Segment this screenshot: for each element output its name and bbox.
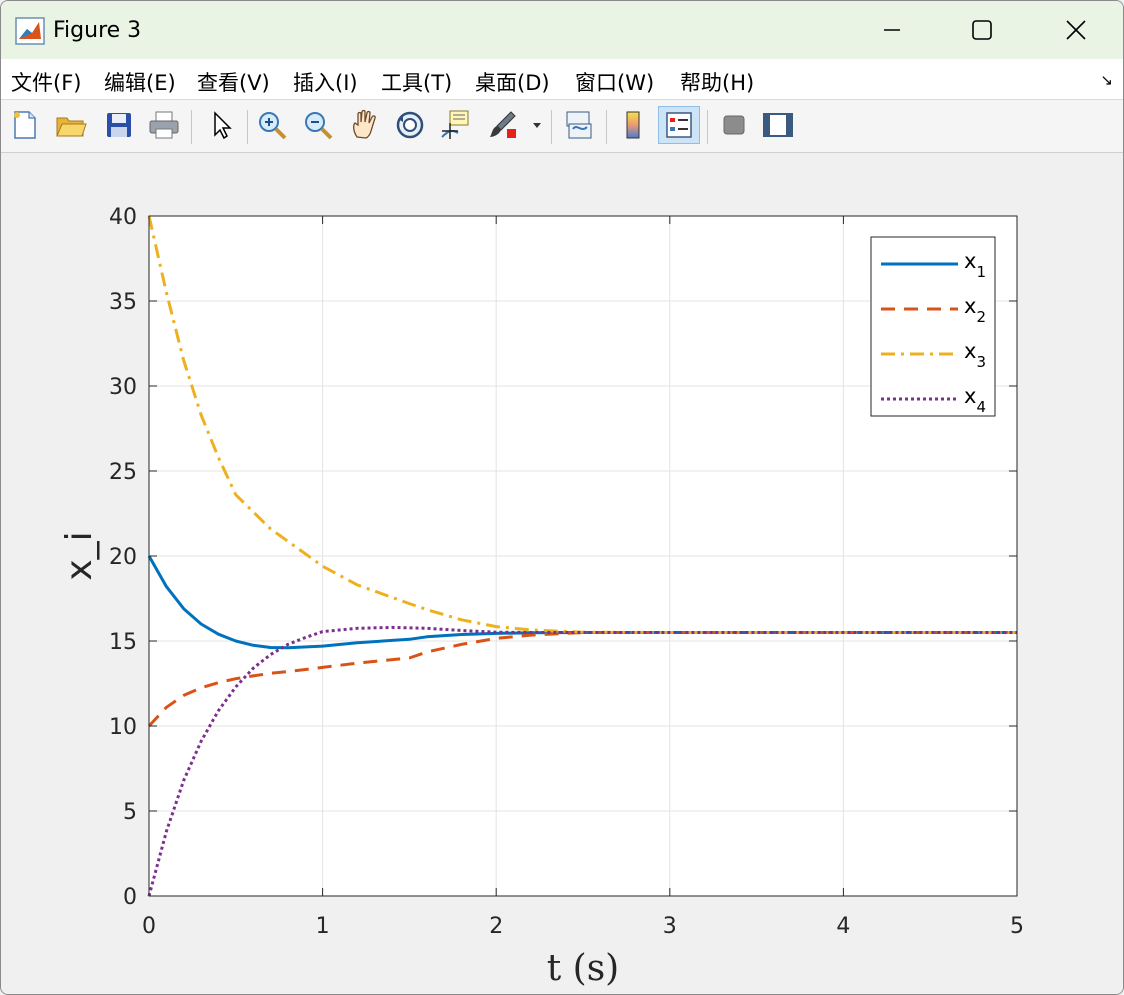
maximize-icon: [972, 20, 992, 40]
new-figure-icon[interactable]: [7, 106, 43, 144]
toolbar-separator: [191, 110, 192, 144]
y-tick-label: 10: [109, 715, 137, 740]
x-tick-label: 3: [663, 914, 677, 939]
y-tick-label: 35: [109, 290, 137, 315]
axes[interactable]: 0 1 2 3 4 5 0 5 10 15 20 25 30 35 40 t (s) x_i x1x2x3…: [1, 153, 1123, 994]
maximize-button[interactable]: [937, 7, 1027, 53]
y-tick-label: 30: [109, 375, 137, 400]
pointer-icon[interactable]: [203, 106, 239, 144]
y-axis-label: x_i: [59, 531, 100, 580]
x-tick-label: 0: [142, 914, 156, 939]
close-icon: [1066, 20, 1086, 40]
legend-icon[interactable]: [658, 106, 700, 144]
y-tick-label: 0: [123, 885, 137, 910]
figure-window: Figure 3 文件(F) 编辑(E) 查看(V) 插入(I) 工具(T) 桌…: [0, 0, 1124, 995]
toolbar-separator: [551, 110, 552, 144]
data-cursor-icon[interactable]: [438, 106, 474, 144]
y-tick-label: 20: [109, 545, 137, 570]
menu-view[interactable]: 查看(V): [197, 67, 270, 97]
colorbar-icon[interactable]: [615, 106, 651, 144]
legend[interactable]: x1x2x3x4: [870, 236, 996, 417]
x-tick-label: 4: [836, 914, 850, 939]
y-tick-label: 40: [109, 205, 137, 230]
title-bar[interactable]: Figure 3: [1, 1, 1123, 59]
print-icon[interactable]: [146, 106, 182, 144]
menu-edit[interactable]: 编辑(E): [104, 67, 176, 97]
minimize-button[interactable]: [847, 7, 937, 53]
x-tick-labels: 0 1 2 3 4 5: [142, 914, 1024, 939]
menu-tools[interactable]: 工具(T): [381, 67, 452, 97]
zoom-in-icon[interactable]: [254, 106, 290, 144]
y-tick-labels: 0 5 10 15 20 25 30 35 40: [109, 205, 137, 910]
zoom-out-icon[interactable]: [300, 106, 336, 144]
x-tick-label: 2: [489, 914, 503, 939]
window-title: Figure 3: [53, 18, 142, 43]
rotate-3d-icon[interactable]: [392, 106, 428, 144]
menu-insert[interactable]: 插入(I): [293, 67, 358, 97]
brush-icon[interactable]: [485, 106, 521, 144]
toolbar-separator: [606, 110, 607, 144]
open-file-icon[interactable]: [53, 106, 89, 144]
pan-hand-icon[interactable]: [346, 106, 382, 144]
save-icon[interactable]: [101, 106, 137, 144]
undock-arrow-icon[interactable]: ↘: [1100, 71, 1113, 89]
x-tick-label: 1: [316, 914, 330, 939]
show-plot-tools-icon[interactable]: [760, 106, 796, 144]
figure-toolbar: [1, 100, 1123, 153]
link-plot-icon[interactable]: [561, 106, 597, 144]
minimize-icon: [884, 29, 900, 31]
close-button[interactable]: [1031, 7, 1121, 53]
menu-bar: 文件(F) 编辑(E) 查看(V) 插入(I) 工具(T) 桌面(D) 窗口(W…: [1, 59, 1123, 100]
y-tick-label: 15: [109, 630, 137, 655]
brush-dropdown-icon[interactable]: [529, 106, 545, 144]
hide-plot-tools-icon[interactable]: [716, 106, 752, 144]
y-tick-label: 5: [123, 800, 137, 825]
menu-file[interactable]: 文件(F): [11, 67, 81, 97]
menu-help[interactable]: 帮助(H): [680, 67, 754, 97]
figure-canvas: 0 1 2 3 4 5 0 5 10 15 20 25 30 35 40 t (s) x_i x1 x2 x3…: [1, 153, 1123, 994]
matlab-icon: [15, 17, 45, 45]
menu-window[interactable]: 窗口(W): [575, 67, 654, 97]
menu-desktop[interactable]: 桌面(D): [475, 67, 550, 97]
y-tick-label: 25: [109, 460, 137, 485]
toolbar-separator: [247, 110, 248, 144]
x-axis-label: t (s): [547, 948, 619, 989]
toolbar-separator: [707, 110, 708, 144]
x-tick-label: 5: [1010, 914, 1024, 939]
